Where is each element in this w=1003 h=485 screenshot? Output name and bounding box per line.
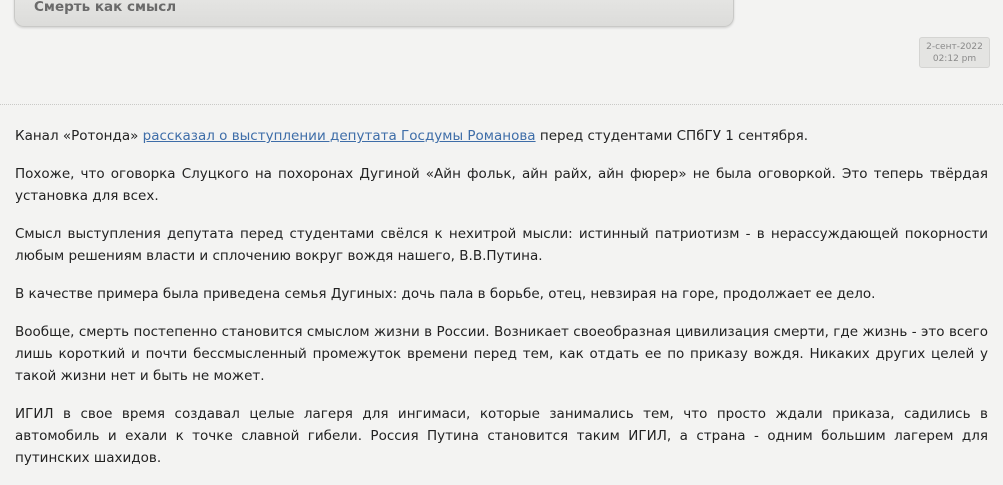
paragraph-6: ИГИЛ в свое время создавал целые лагеря … <box>15 406 988 466</box>
post-body: Канал «Ротонда» рассказал о выступлении … <box>15 125 988 485</box>
post-date: 2-сент-2022 <box>926 42 983 52</box>
paragraph-1-start: Канал «Ротонда» <box>15 128 143 144</box>
paragraph-1-end: перед студентами СПбГУ 1 сентября. <box>535 128 809 144</box>
paragraph-2: Похоже, что оговорка Слуцкого на похорон… <box>15 166 988 204</box>
post-time: 02:12 pm <box>932 54 977 64</box>
post-title-bar: Смерть как смысл <box>14 0 734 27</box>
post-title: Смерть как смысл <box>34 0 177 15</box>
paragraph-1: Канал «Ротонда» рассказал о выступлении … <box>15 125 988 147</box>
header-divider <box>0 104 1003 105</box>
speech-report-link[interactable]: рассказал о выступлении депутата Госдумы… <box>143 128 536 144</box>
paragraph-5: Вообще, смерть постепенно становится смы… <box>15 324 988 384</box>
paragraph-3: Смысл выступления депутата перед студент… <box>15 226 988 264</box>
paragraph-4: В качестве примера была приведена семья … <box>15 286 876 302</box>
post-date-badge: 2-сент-2022 02:12 pm <box>919 37 990 68</box>
